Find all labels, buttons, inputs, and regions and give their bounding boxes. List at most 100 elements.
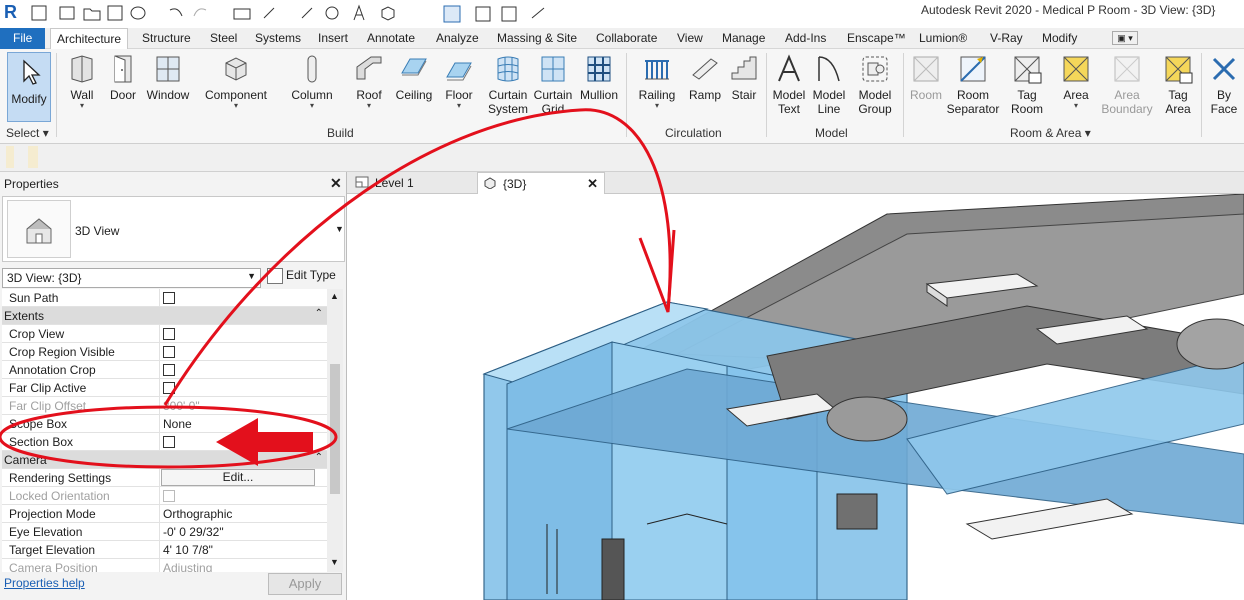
room-area-panel-label[interactable]: Room & Area ▾ bbox=[1010, 126, 1091, 140]
prop-row-eye-elevation: Eye Elevation -0' 0 29/32" bbox=[2, 523, 327, 541]
properties-help-link[interactable]: Properties help bbox=[4, 576, 85, 590]
eye-elevation-field[interactable]: -0' 0 29/32" bbox=[159, 523, 327, 541]
tab-manage[interactable]: Manage bbox=[722, 28, 765, 49]
prop-row-crop-view: Crop View bbox=[2, 325, 327, 343]
scope-box-field[interactable]: None bbox=[159, 415, 327, 433]
tab-architecture[interactable]: Architecture bbox=[50, 28, 129, 50]
ribbon-tabs: File Architecture Structure Steel System… bbox=[0, 28, 1244, 50]
edit-type-button[interactable]: Edit Type bbox=[267, 268, 336, 284]
railing-button[interactable]: Railing ▾ bbox=[636, 49, 678, 129]
tab-analyze[interactable]: Analyze bbox=[436, 28, 479, 49]
ribbon-panel: Modify Select ▾ Wall ▾ Door Window Compon… bbox=[0, 49, 1244, 144]
collapse-icon[interactable]: ⌃ bbox=[315, 452, 323, 463]
tab-file[interactable]: File bbox=[0, 28, 46, 49]
tab-collaborate[interactable]: Collaborate bbox=[596, 28, 657, 49]
tab-view[interactable]: View bbox=[677, 28, 703, 49]
circulation-panel-label: Circulation bbox=[665, 126, 722, 140]
crop-region-visible-checkbox[interactable] bbox=[163, 346, 175, 358]
by-face-button[interactable]: By Face bbox=[1204, 49, 1244, 129]
options-grip-icon-2 bbox=[28, 146, 38, 168]
curtain-grid-button[interactable]: Curtain Grid bbox=[532, 49, 574, 129]
annotation-crop-checkbox[interactable] bbox=[163, 364, 175, 376]
target-elevation-field[interactable]: 4' 10 7/8" bbox=[159, 541, 327, 559]
properties-palette: Properties ✕ 3D View ▼ 3D View: {3D} ▼ E… bbox=[0, 172, 347, 600]
section-box-checkbox[interactable] bbox=[163, 436, 175, 448]
apply-button[interactable]: Apply bbox=[268, 573, 342, 595]
area-boundary-button[interactable]: Area Boundary bbox=[1100, 49, 1154, 129]
tab-massing-site[interactable]: Massing & Site bbox=[497, 28, 577, 49]
column-button[interactable]: Column ▾ bbox=[288, 49, 336, 129]
room-button[interactable]: Room bbox=[906, 49, 946, 129]
wall-button[interactable]: Wall ▾ bbox=[62, 49, 102, 129]
instance-filter-select[interactable]: 3D View: {3D} ▼ bbox=[2, 268, 261, 288]
select-panel-label[interactable]: Select ▾ bbox=[6, 126, 49, 140]
tab-enscape[interactable]: Enscape™ bbox=[847, 28, 906, 49]
ribbon-options-dropdown[interactable]: ▣ ▾ bbox=[1112, 31, 1138, 45]
prop-row-scope-box: Scope Box None bbox=[2, 415, 327, 433]
tab-steel[interactable]: Steel bbox=[210, 28, 237, 49]
sun-path-checkbox[interactable] bbox=[163, 292, 175, 304]
tab-add-ins[interactable]: Add-Ins bbox=[785, 28, 826, 49]
home-icon bbox=[31, 5, 47, 21]
close-icon[interactable]: ✕ bbox=[330, 175, 342, 192]
component-icon bbox=[225, 57, 247, 81]
floor-button[interactable]: Floor ▾ bbox=[440, 49, 478, 129]
projection-mode-field[interactable]: Orthographic bbox=[159, 505, 327, 523]
ramp-button[interactable]: Ramp bbox=[686, 49, 724, 129]
far-clip-active-checkbox[interactable] bbox=[163, 382, 175, 394]
build-panel-label: Build bbox=[327, 126, 354, 140]
tab-lumion[interactable]: Lumion® bbox=[919, 28, 967, 49]
floor-icon bbox=[446, 62, 472, 81]
area-button[interactable]: Area ▾ bbox=[1056, 49, 1096, 129]
door-button[interactable]: Door bbox=[104, 49, 142, 129]
scroll-up-icon[interactable]: ▲ bbox=[330, 291, 339, 301]
mullion-icon bbox=[587, 56, 611, 82]
component-button[interactable]: Component ▾ bbox=[202, 49, 270, 129]
camera-position-field: Adjusting bbox=[159, 559, 327, 572]
crop-view-checkbox[interactable] bbox=[163, 328, 175, 340]
customize-icon bbox=[531, 7, 545, 19]
type-selector[interactable]: 3D View ▼ bbox=[2, 196, 345, 262]
modify-button[interactable]: Modify bbox=[7, 52, 51, 122]
curtain-system-button[interactable]: Curtain System bbox=[486, 49, 530, 129]
model-text-button[interactable]: Model Text bbox=[770, 49, 808, 129]
tab-insert[interactable]: Insert bbox=[318, 28, 348, 49]
redo-icon bbox=[193, 8, 207, 17]
ceiling-button[interactable]: Ceiling bbox=[393, 49, 435, 129]
window-button[interactable]: Window bbox=[144, 49, 192, 129]
tag-area-icon bbox=[1165, 56, 1193, 84]
prop-row-annotation-crop: Annotation Crop bbox=[2, 361, 327, 379]
scroll-down-icon[interactable]: ▼ bbox=[330, 557, 339, 567]
model-line-button[interactable]: Model Line bbox=[810, 49, 848, 129]
prop-row-target-elevation: Target Elevation 4' 10 7/8" bbox=[2, 541, 327, 559]
tab-systems[interactable]: Systems bbox=[255, 28, 301, 49]
view-tab-3d[interactable]: {3D} ✕ bbox=[477, 172, 605, 194]
properties-scrollbar[interactable]: ▲ ▼ bbox=[327, 289, 343, 572]
chevron-down-icon[interactable]: ▼ bbox=[335, 224, 344, 234]
view-tab-level-1[interactable]: Level 1 bbox=[351, 172, 414, 194]
3d-viewport[interactable] bbox=[347, 194, 1244, 600]
tab-annotate[interactable]: Annotate bbox=[367, 28, 415, 49]
stair-button[interactable]: Stair bbox=[726, 49, 762, 129]
revit-logo[interactable]: R bbox=[4, 2, 17, 23]
group-camera[interactable]: Camera ⌃ bbox=[2, 451, 327, 469]
roof-button[interactable]: Roof ▾ bbox=[350, 49, 388, 129]
close-icon[interactable]: ✕ bbox=[587, 173, 598, 195]
mullion-button[interactable]: Mullion bbox=[577, 49, 621, 129]
tag-room-button[interactable]: Tag Room bbox=[1006, 49, 1048, 129]
tag-area-button[interactable]: Tag Area bbox=[1158, 49, 1198, 129]
scrollbar-thumb[interactable] bbox=[330, 364, 340, 494]
collapse-icon[interactable]: ⌃ bbox=[315, 308, 323, 319]
model-group-button[interactable]: Model Group bbox=[852, 49, 898, 129]
prop-row-camera-position: Camera Position Adjusting bbox=[2, 559, 327, 572]
ceiling-icon bbox=[401, 58, 427, 76]
group-extents[interactable]: Extents ⌃ bbox=[2, 307, 327, 325]
3d-view-icon bbox=[484, 177, 496, 190]
room-separator-button[interactable]: Room Separator bbox=[946, 49, 1000, 129]
tab-modify[interactable]: Modify bbox=[1042, 28, 1077, 49]
tab-vray[interactable]: V-Ray bbox=[990, 28, 1023, 49]
rendering-settings-edit-button[interactable]: Edit... bbox=[161, 469, 315, 486]
print-icon bbox=[233, 8, 251, 20]
area-boundary-icon bbox=[1114, 56, 1140, 82]
tab-structure[interactable]: Structure bbox=[142, 28, 191, 49]
